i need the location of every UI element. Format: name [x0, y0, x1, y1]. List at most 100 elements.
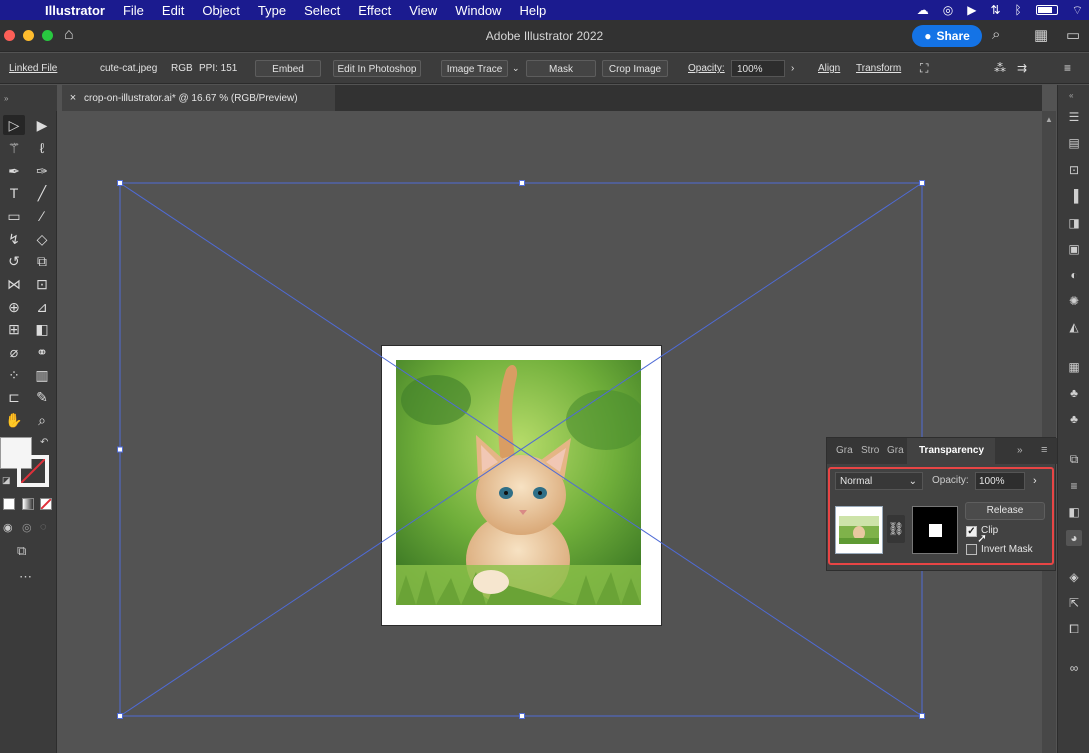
color-mode-icon[interactable]: [3, 498, 15, 510]
artwork-thumbnail[interactable]: [835, 506, 883, 554]
crop-handles-icon[interactable]: ⛶: [920, 60, 928, 77]
width-tool-icon[interactable]: ⋈: [3, 274, 25, 294]
opacity-label[interactable]: Opacity:: [688, 60, 725, 77]
menu-edit[interactable]: Edit: [153, 3, 193, 18]
scroll-up-icon[interactable]: ▲: [1045, 115, 1053, 124]
draw-normal-icon[interactable]: ◉: [3, 521, 13, 534]
blend-mode-select[interactable]: Normal ⌄: [835, 472, 923, 490]
collapse-dock-icon[interactable]: «: [1069, 91, 1073, 100]
graphic-styles-icon[interactable]: ◭: [1066, 319, 1082, 335]
hand-tool-icon[interactable]: ✋: [3, 410, 25, 430]
rotate-tool-icon[interactable]: ↺: [3, 251, 25, 271]
align-link[interactable]: Align: [818, 60, 840, 77]
panel-menu-icon[interactable]: ≡: [1041, 444, 1047, 456]
menu-effect[interactable]: Effect: [349, 3, 400, 18]
creative-cloud-icon[interactable]: ◎: [943, 3, 953, 17]
artboard[interactable]: [381, 345, 662, 626]
paintbrush-tool-icon[interactable]: ∕: [31, 206, 53, 226]
stroke-panel-icon[interactable]: ≡: [1066, 478, 1082, 494]
artboards-icon[interactable]: ⊡: [1066, 162, 1082, 178]
linked-file-link[interactable]: Linked File: [9, 60, 57, 77]
cat-image[interactable]: [396, 360, 641, 605]
zoom-tool-icon[interactable]: ⌕: [31, 410, 53, 430]
shaper-tool-icon[interactable]: ↯: [3, 229, 25, 249]
perspective-grid-tool-icon[interactable]: ⊿: [31, 297, 53, 317]
menu-select[interactable]: Select: [295, 3, 349, 18]
default-colors-icon[interactable]: ◪: [2, 475, 11, 486]
clip-checkbox[interactable]: ✓: [966, 526, 977, 537]
collapse-toolbar-icon[interactable]: »: [4, 94, 8, 103]
swatches-icon[interactable]: ▦: [1066, 359, 1082, 375]
pen-tool-icon[interactable]: ✒: [3, 161, 25, 181]
tab-graphic-styles[interactable]: Gra: [887, 445, 904, 456]
opacity-arrow-icon[interactable]: ›: [791, 60, 794, 77]
gradient-panel-icon[interactable]: ◧: [1066, 504, 1082, 520]
links-icon[interactable]: ▣: [1066, 241, 1082, 257]
menu-object[interactable]: Object: [193, 3, 249, 18]
opacity-arrow-icon[interactable]: ›: [1033, 472, 1037, 490]
eraser-tool-icon[interactable]: ◇: [31, 229, 53, 249]
cloud-icon[interactable]: ☁: [917, 3, 929, 17]
arrange-icon[interactable]: ⁂: [994, 60, 1006, 77]
symbols-icon[interactable]: ♣: [1066, 385, 1082, 401]
menu-help[interactable]: Help: [510, 3, 555, 18]
selection-tool-icon[interactable]: ▷: [3, 115, 25, 135]
tab-gradient[interactable]: Gra: [836, 445, 853, 456]
brushes-icon[interactable]: ✺: [1066, 293, 1082, 309]
image-trace-dropdown-icon[interactable]: ⌄: [512, 60, 520, 77]
control-menu-icon[interactable]: ≡: [1064, 60, 1071, 77]
lasso-tool-icon[interactable]: ℓ: [31, 138, 53, 158]
mask-button[interactable]: Mask: [526, 60, 596, 77]
color-panel-icon[interactable]: ◐: [1066, 267, 1082, 283]
canvas[interactable]: [62, 111, 1042, 753]
edit-toolbar-icon[interactable]: ⋯: [19, 569, 32, 585]
gradient-tool-icon[interactable]: ◧: [31, 319, 53, 339]
close-tab-icon[interactable]: ×: [62, 92, 84, 104]
opacity-input[interactable]: 100%: [731, 60, 785, 77]
symbol-club-icon[interactable]: ♣: [1066, 411, 1082, 427]
link-mask-icon[interactable]: ⛓: [887, 515, 905, 543]
battery-icon[interactable]: [1035, 5, 1058, 15]
edit-in-photoshop-button[interactable]: Edit In Photoshop: [333, 60, 421, 77]
play-icon[interactable]: ▶: [967, 3, 976, 17]
panel-layout-icon[interactable]: ▭: [1066, 26, 1080, 44]
gradient-mode-icon[interactable]: [22, 498, 34, 510]
slice-tool-icon[interactable]: ✎: [31, 387, 53, 407]
document-tab[interactable]: × crop-on-illustrator.ai* @ 16.67 % (RGB…: [62, 85, 335, 111]
crop-image-button[interactable]: Crop Image: [602, 60, 668, 77]
wifi-icon[interactable]: ⌔: [1072, 3, 1083, 18]
magic-wand-tool-icon[interactable]: ⚚: [3, 138, 25, 158]
eyedropper-tool-icon[interactable]: ⌀: [3, 342, 25, 362]
distribute-icon[interactable]: ⇉: [1017, 60, 1027, 77]
menu-view[interactable]: View: [400, 3, 446, 18]
image-trace-panel-icon[interactable]: ⧉: [1066, 451, 1082, 467]
embed-button[interactable]: Embed: [255, 60, 321, 77]
column-graph-tool-icon[interactable]: ▥: [31, 365, 53, 385]
align-panel-icon[interactable]: ▐: [1066, 188, 1082, 204]
export-icon[interactable]: ⇱: [1066, 595, 1082, 611]
curvature-tool-icon[interactable]: ✑: [31, 161, 53, 181]
comments-icon[interactable]: ▤: [1066, 135, 1082, 151]
opacity-input[interactable]: 100%: [975, 472, 1025, 490]
draw-behind-icon[interactable]: ◎: [22, 521, 32, 534]
opacity-mask-thumbnail[interactable]: [912, 506, 958, 554]
layers-icon[interactable]: ◈: [1066, 569, 1082, 585]
free-transform-tool-icon[interactable]: ⊡: [31, 274, 53, 294]
menu-window[interactable]: Window: [446, 3, 510, 18]
symbol-sprayer-tool-icon[interactable]: ⁘: [3, 365, 25, 385]
image-trace-button[interactable]: Image Trace: [441, 60, 508, 77]
vertical-scrollbar[interactable]: ▲: [1042, 111, 1056, 753]
shape-builder-tool-icon[interactable]: ⊕: [3, 297, 25, 317]
type-tool-icon[interactable]: T: [3, 183, 25, 203]
direct-selection-tool-icon[interactable]: ▶: [31, 115, 53, 135]
screen-mode-icon[interactable]: ⧉: [17, 543, 26, 559]
menu-type[interactable]: Type: [249, 3, 295, 18]
scale-tool-icon[interactable]: ⧉: [31, 251, 53, 271]
menu-file[interactable]: File: [114, 3, 153, 18]
panel-expand-icon[interactable]: »: [1017, 445, 1023, 456]
links-panel-icon[interactable]: ∞: [1066, 660, 1082, 676]
stroke-swatch[interactable]: [17, 455, 49, 487]
menu-app-name[interactable]: Illustrator: [36, 3, 114, 18]
share-button[interactable]: ● Share: [912, 25, 982, 47]
bluetooth-icon[interactable]: ᛒ: [1015, 3, 1022, 17]
